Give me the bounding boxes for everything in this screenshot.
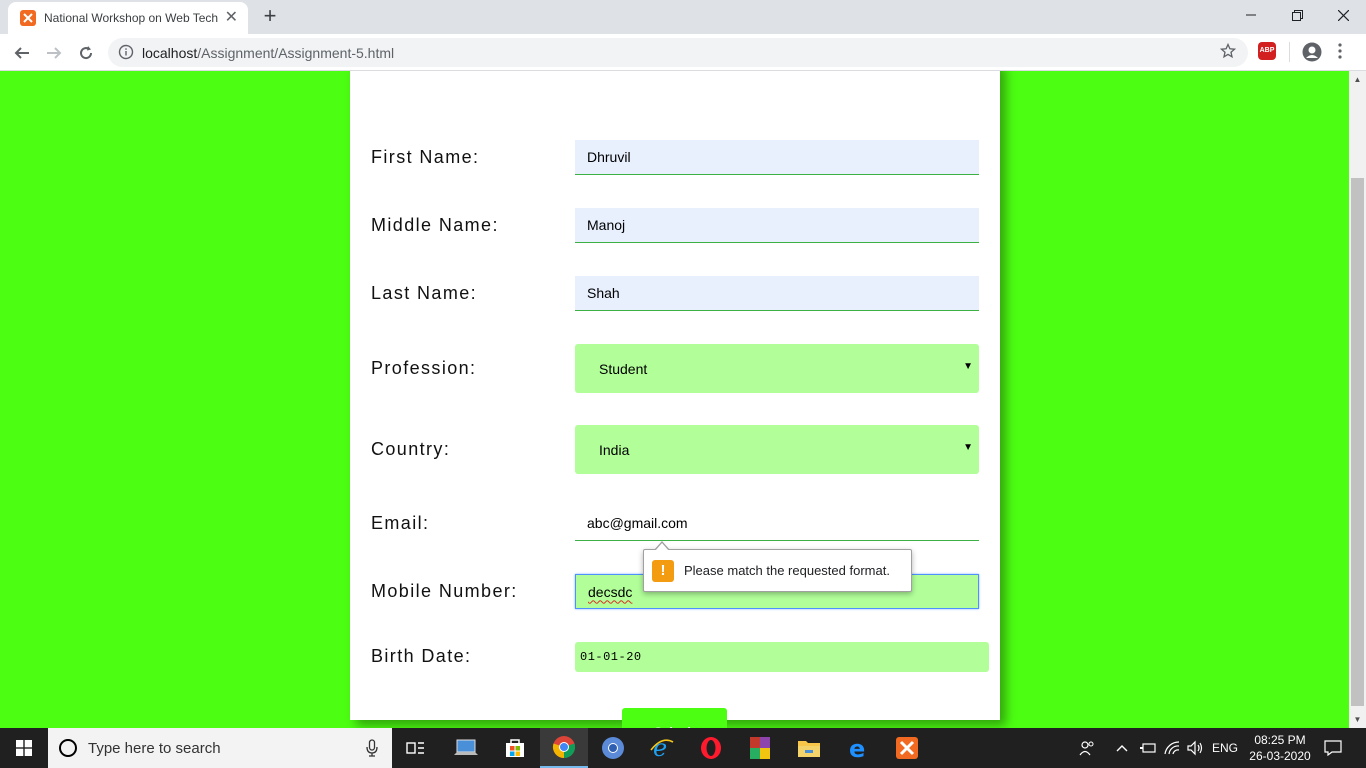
scrollbar-thumb[interactable] — [1351, 178, 1364, 706]
mobile-label: Mobile Number: — [371, 581, 518, 601]
mobile-value: decsdc — [588, 583, 633, 600]
birth-date-label: Birth Date: — [371, 646, 472, 666]
microsoft-store-icon[interactable] — [491, 728, 539, 768]
new-tab-button[interactable]: + — [258, 5, 282, 29]
validation-tooltip: ! Please match the requested format. — [643, 541, 912, 592]
last-name-input[interactable]: Shah — [575, 276, 979, 311]
search-placeholder: Type here to search — [88, 739, 221, 757]
url-path: /Assignment/Assignment-5.html — [197, 45, 395, 61]
tab-title: National Workshop on Web Tech — [44, 11, 219, 25]
close-window-button[interactable] — [1320, 0, 1366, 30]
minimize-button[interactable] — [1228, 0, 1274, 30]
submit-button[interactable]: Submit — [622, 708, 727, 728]
birth-date-input[interactable]: 01-01-20 — [575, 642, 989, 672]
dropdown-arrow-icon: ▼ — [963, 442, 973, 453]
tab-close-icon[interactable]: ✕ — [225, 10, 238, 26]
chrome-canary-icon[interactable] — [589, 728, 637, 768]
bookmark-star-icon[interactable] — [1219, 42, 1237, 64]
country-select[interactable]: India ▼ — [575, 425, 979, 474]
xampp-taskbar-icon[interactable] — [883, 728, 931, 768]
svg-text:e: e — [849, 736, 865, 760]
windows-taskbar: Type here to search e e ENG 08:25 PM 26-… — [0, 728, 1366, 768]
edge-icon[interactable]: e — [834, 728, 882, 768]
forward-button[interactable] — [40, 39, 68, 67]
address-bar[interactable]: localhost/Assignment/Assignment-5.html — [108, 38, 1248, 67]
wifi-icon[interactable] — [1163, 728, 1181, 768]
page-viewport: First Name: Dhruvil Middle Name: Manoj L… — [0, 71, 1349, 728]
taskbar-search-box[interactable]: Type here to search — [48, 728, 392, 768]
last-name-label: Last Name: — [371, 283, 478, 303]
clock-date: 26-03-2020 — [1249, 749, 1311, 763]
start-button[interactable] — [0, 728, 48, 768]
dropdown-arrow-icon: ▼ — [963, 361, 973, 372]
restore-button[interactable] — [1274, 0, 1320, 30]
scroll-up-arrow-icon[interactable]: ▲ — [1349, 71, 1366, 88]
notifications-icon[interactable] — [1324, 728, 1342, 768]
windows-logo-icon — [16, 740, 32, 756]
browser-toolbar: localhost/Assignment/Assignment-5.html — [0, 34, 1366, 71]
back-button[interactable] — [8, 39, 36, 67]
tab-strip: National Workshop on Web Tech ✕ + — [0, 0, 1366, 34]
laptop-app-icon[interactable] — [442, 728, 490, 768]
opera-icon[interactable] — [687, 728, 735, 768]
profession-select[interactable]: Student ▼ — [575, 344, 979, 393]
file-explorer-icon[interactable] — [785, 728, 833, 768]
email-label: Email: — [371, 513, 430, 533]
country-value: India — [599, 441, 630, 458]
internet-explorer-icon[interactable]: e — [638, 728, 686, 768]
url-text: localhost/Assignment/Assignment-5.html — [142, 45, 394, 61]
registration-form: First Name: Dhruvil Middle Name: Manoj L… — [350, 71, 1000, 728]
taskbar-clock[interactable]: 08:25 PM 26-03-2020 — [1242, 732, 1318, 764]
language-indicator[interactable]: ENG — [1212, 728, 1238, 768]
xampp-favicon-icon — [20, 10, 36, 26]
country-label: Country: — [371, 439, 451, 459]
clock-time: 08:25 PM — [1254, 733, 1306, 747]
scroll-down-arrow-icon[interactable]: ▼ — [1349, 711, 1366, 728]
warning-icon: ! — [652, 559, 674, 582]
email-input[interactable]: abc@gmail.com — [575, 506, 979, 541]
cortana-icon — [59, 739, 77, 757]
middle-name-value: Manoj — [587, 217, 626, 233]
browser-tab[interactable]: National Workshop on Web Tech ✕ — [8, 2, 248, 34]
volume-icon[interactable] — [1186, 728, 1204, 768]
chrome-taskbar-icon[interactable] — [540, 728, 588, 768]
url-host: localhost — [142, 45, 198, 61]
first-name-input[interactable]: Dhruvil — [575, 140, 979, 175]
task-view-icon[interactable] — [392, 728, 440, 768]
toolbar-divider — [1289, 42, 1290, 62]
reload-button[interactable] — [72, 39, 100, 67]
profession-label: Profession: — [371, 358, 477, 378]
battery-icon[interactable] — [1139, 728, 1157, 768]
profile-avatar-icon[interactable] — [1302, 42, 1322, 67]
validation-message: Please match the requested format. — [684, 563, 890, 578]
browser-menu-icon[interactable] — [1338, 43, 1342, 64]
adblock-plus-extension-icon[interactable]: ABP — [1258, 42, 1276, 60]
show-hidden-icons-icon[interactable] — [1116, 728, 1128, 768]
profession-value: Student — [599, 360, 648, 377]
winrar-icon[interactable] — [736, 728, 784, 768]
middle-name-label: Middle Name: — [371, 215, 499, 235]
middle-name-input[interactable]: Manoj — [575, 208, 979, 243]
info-icon[interactable] — [118, 44, 134, 65]
microphone-icon[interactable] — [366, 739, 378, 762]
vertical-scrollbar[interactable]: ▲ ▼ — [1349, 71, 1366, 728]
email-value: abc@gmail.com — [587, 515, 688, 531]
last-name-value: Shah — [587, 285, 620, 301]
people-icon[interactable] — [1078, 728, 1096, 768]
first-name-label: First Name: — [371, 147, 480, 167]
first-name-value: Dhruvil — [587, 149, 631, 165]
birth-date-value: 01-01-20 — [580, 650, 642, 664]
